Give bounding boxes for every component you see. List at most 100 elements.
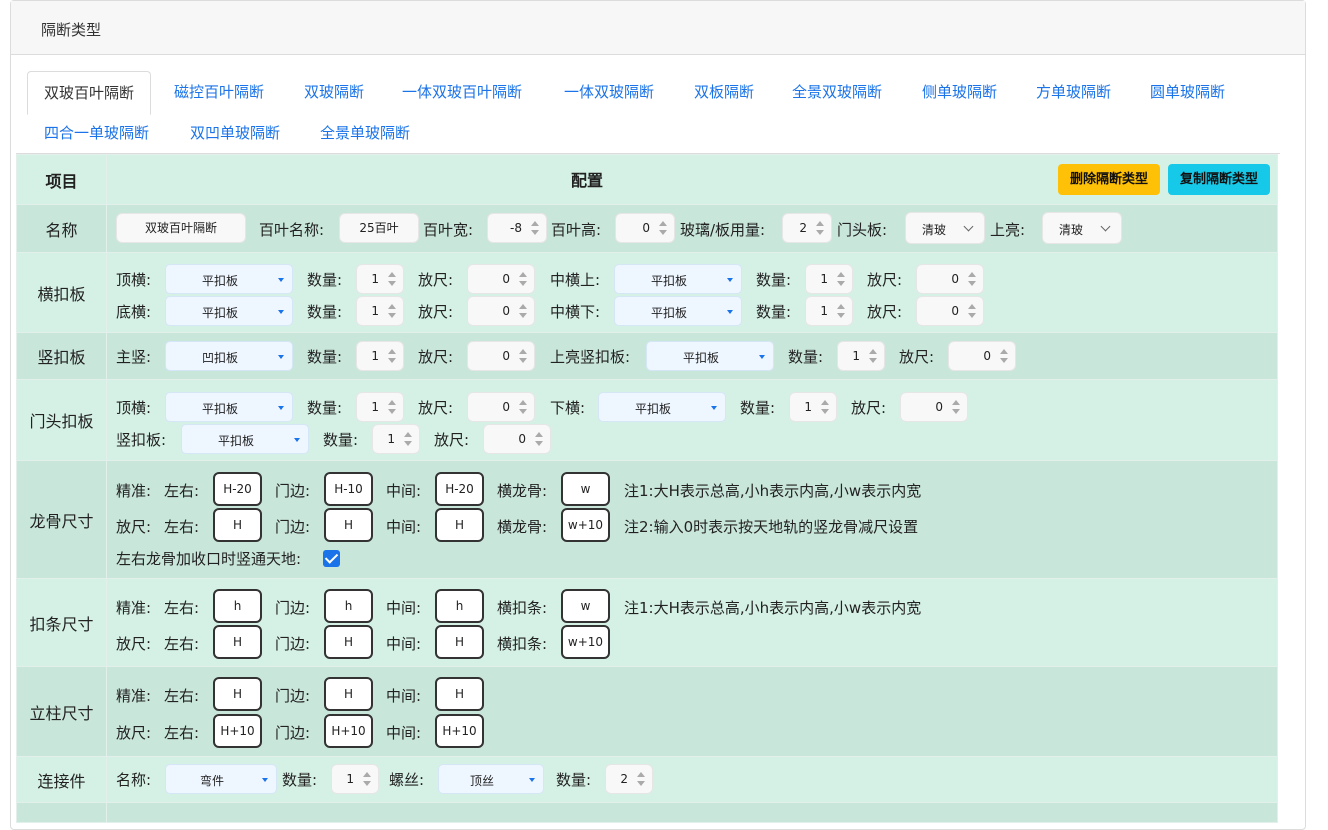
keel-allowance-lr-input[interactable]: H [213,508,262,542]
keel-allowance-door-input[interactable]: H [324,508,373,542]
tab-integrated-double-glass-blind[interactable]: 一体双玻百叶隔断 [402,71,522,115]
tab-integrated-double-glass[interactable]: 一体双玻隔断 [564,71,654,115]
tab-panoramic-double-glass[interactable]: 全景双玻隔断 [792,71,882,115]
door-vertical-qty-stepper[interactable]: 1 [372,424,420,454]
spin-arrows-icon[interactable] [531,220,539,236]
main-allowance-stepper[interactable]: 0 [467,341,535,371]
keel-precise-mid-input[interactable]: H-20 [435,472,484,506]
partition-name-input[interactable]: 双玻百叶隔断 [116,213,246,243]
screw-qty-stepper[interactable]: 2 [605,764,653,794]
tab-four-in-one-single-glass[interactable]: 四合一单玻隔断 [44,112,149,156]
spin-arrows-icon[interactable] [837,303,845,319]
spin-arrows-icon[interactable] [388,399,396,415]
spin-arrows-icon[interactable] [519,348,527,364]
door-head-select[interactable]: 清玻 [905,212,985,244]
door-bottom-allowance-stepper[interactable]: 0 [900,392,968,422]
post-precise-mid-input[interactable]: H [435,677,484,711]
door-vertical-select[interactable]: 平扣板 [181,424,309,454]
keel-through-checkbox[interactable] [323,550,340,567]
tab-double-concave-single-glass[interactable]: 双凹单玻隔断 [190,112,280,156]
spin-arrows-icon[interactable] [404,431,412,447]
mid-lower-qty-stepper[interactable]: 1 [805,296,853,326]
keel-allowance-hkeel-input[interactable]: w+10 [561,508,610,542]
spin-arrows-icon[interactable] [968,303,976,319]
delete-type-button[interactable]: 删除隔断类型 [1058,164,1160,195]
post-precise-door-input[interactable]: H [324,677,373,711]
spin-arrows-icon[interactable] [388,303,396,319]
strip-allowance-mid-input[interactable]: H [435,625,484,659]
spin-arrows-icon[interactable] [388,348,396,364]
strip-precise-label: 精准: [116,599,152,617]
copy-type-button[interactable]: 复制隔断类型 [1168,164,1270,195]
spin-arrows-icon[interactable] [388,271,396,287]
mid-lower-select[interactable]: 平扣板 [614,296,742,326]
door-top-select[interactable]: 平扣板 [165,392,293,422]
spin-arrows-icon[interactable] [816,220,824,236]
post-allowance-door-input[interactable]: H+10 [324,714,373,748]
top-light-allowance-stepper[interactable]: 0 [948,341,1016,371]
spin-arrows-icon[interactable] [519,399,527,415]
post-precise-lr-input[interactable]: H [213,677,262,711]
strip-precise-door-input[interactable]: h [324,589,373,623]
blind-height-stepper[interactable]: 0 [615,213,675,243]
strip-allowance-door-input[interactable]: H [324,625,373,659]
top-light-qty-stepper[interactable]: 1 [837,341,885,371]
door-top-qty-stepper[interactable]: 1 [356,392,404,422]
top-light-vertical-select[interactable]: 平扣板 [646,341,774,371]
top-light-select[interactable]: 清玻 [1042,212,1122,244]
spin-arrows-icon[interactable] [637,771,645,787]
spin-arrows-icon[interactable] [659,220,667,236]
spin-arrows-icon[interactable] [1000,348,1008,364]
top-allowance-stepper[interactable]: 0 [467,264,535,294]
tab-side-single-glass[interactable]: 侧单玻隔断 [922,71,997,115]
post-allowance-mid-input[interactable]: H+10 [435,714,484,748]
bottom-horizontal-select[interactable]: 平扣板 [165,296,293,326]
tab-double-board[interactable]: 双板隔断 [694,71,754,115]
connector-qty-stepper[interactable]: 1 [331,764,379,794]
top-horizontal-select[interactable]: 平扣板 [165,264,293,294]
blind-width-stepper[interactable]: -8 [487,213,547,243]
mid-upper-qty-stepper[interactable]: 1 [805,264,853,294]
door-vertical-allowance-stepper[interactable]: 0 [483,424,551,454]
blind-name-input[interactable]: 25百叶 [339,213,419,243]
door-top-allowance-stepper[interactable]: 0 [467,392,535,422]
strip-allowance-lr-input[interactable]: H [213,625,262,659]
strip-precise-hstrip-input[interactable]: w [561,589,610,623]
spin-arrows-icon[interactable] [869,348,877,364]
tab-panoramic-single-glass[interactable]: 全景单玻隔断 [320,112,410,156]
strip-precise-mid-input[interactable]: h [435,589,484,623]
bottom-allowance-stepper[interactable]: 0 [467,296,535,326]
spin-arrows-icon[interactable] [837,271,845,287]
mid-lower-allowance-stepper[interactable]: 0 [916,296,984,326]
spin-arrows-icon[interactable] [952,399,960,415]
spin-arrows-icon[interactable] [519,271,527,287]
screw-select[interactable]: 顶丝 [438,764,544,794]
tab-double-glass-blind[interactable]: 双玻百叶隔断 [27,71,152,115]
strip-precise-lr-input[interactable]: h [213,589,262,623]
spin-arrows-icon[interactable] [363,771,371,787]
keel-precise-lr-input[interactable]: H-20 [213,472,262,506]
door-bottom-select[interactable]: 平扣板 [598,392,726,422]
keel-precise-hkeel-input[interactable]: w [561,472,610,506]
spin-arrows-icon[interactable] [821,399,829,415]
tab-square-single-glass[interactable]: 方单玻隔断 [1036,71,1111,115]
glass-usage-stepper[interactable]: 2 [782,213,832,243]
keel-allowance-mid-input[interactable]: H [435,508,484,542]
tab-round-single-glass[interactable]: 圆单玻隔断 [1150,71,1225,115]
door-bottom-qty-stepper[interactable]: 1 [789,392,837,422]
mid-upper-allowance-stepper[interactable]: 0 [916,264,984,294]
spin-arrows-icon[interactable] [535,431,543,447]
keel-precise-door-input[interactable]: H-10 [324,472,373,506]
post-allowance-lr-input[interactable]: H+10 [213,714,262,748]
spin-arrows-icon[interactable] [968,271,976,287]
connector-name-select[interactable]: 弯件 [165,764,277,794]
bottom-qty-stepper[interactable]: 1 [356,296,404,326]
tab-magnetic-blind[interactable]: 磁控百叶隔断 [174,71,264,115]
top-qty-stepper[interactable]: 1 [356,264,404,294]
strip-allowance-hstrip-input[interactable]: w+10 [561,625,610,659]
mid-upper-select[interactable]: 平扣板 [614,264,742,294]
main-vertical-select[interactable]: 凹扣板 [165,341,293,371]
main-qty-stepper[interactable]: 1 [356,341,404,371]
spin-arrows-icon[interactable] [519,303,527,319]
tab-double-glass[interactable]: 双玻隔断 [304,71,364,115]
